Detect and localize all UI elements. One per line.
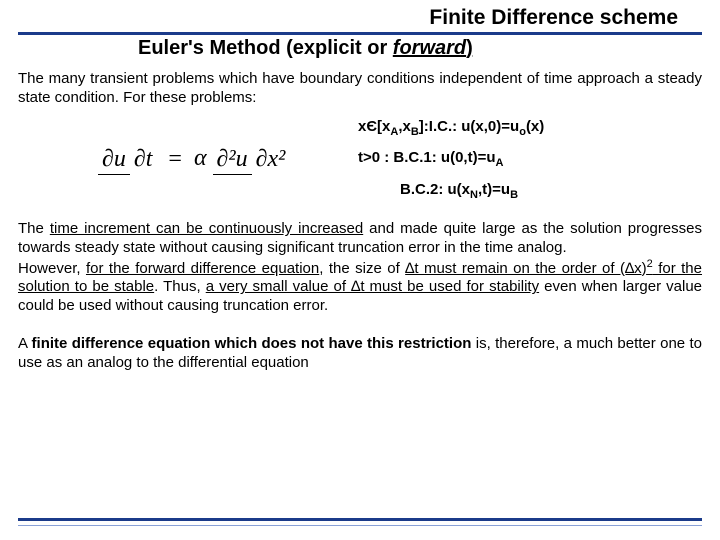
ic-mid: ,x	[398, 118, 411, 135]
p2-t2a: However,	[18, 260, 86, 277]
eq-alpha: α	[194, 145, 207, 171]
bc1-pre: t>0 : B.C.1: u(0,t)=u	[358, 149, 496, 166]
ic-end: (x)	[526, 118, 544, 135]
bc2-pre: B.C.2: u(x	[400, 181, 470, 198]
p2-t2b: , the size of	[319, 260, 405, 277]
slide: Finite Difference scheme Euler's Method …	[0, 0, 720, 540]
title-sub-em: forward	[393, 37, 466, 59]
bc2-N: N	[470, 189, 478, 201]
title-sub-pre: Euler's Method (explicit or	[138, 37, 393, 59]
p2-u3: a very small value of ∆t must be used fo…	[206, 278, 539, 295]
p3-t1: A	[18, 335, 32, 352]
title-sub-post: )	[466, 37, 473, 59]
title-sub: Euler's Method (explicit or forward)	[18, 37, 702, 60]
p2-u1: time increment can be continuously incre…	[50, 220, 363, 237]
eq-du: ∂u	[98, 146, 130, 175]
bc2-mid: ,t)=u	[478, 181, 510, 198]
footer-rule	[18, 518, 702, 526]
eq-d2u: ∂²u	[213, 146, 252, 175]
ic-post: ]:I.C.: u(x,0)=u	[419, 118, 519, 135]
bc2-B: B	[510, 189, 518, 201]
eq-dx2: ∂x²	[252, 144, 290, 172]
bc1-A: A	[496, 157, 504, 169]
boundary-condition-2: B.C.2: u(xN,t)=uB	[358, 175, 544, 207]
conditions: xЄ[xA,xB]:I.C.: u(x,0)=uo(x) t>0 : B.C.1…	[358, 112, 544, 207]
paragraph-3: A finite difference equation which does …	[18, 334, 702, 373]
ic-pre: xЄ[x	[358, 118, 390, 135]
intro-paragraph: The many transient problems which have b…	[18, 70, 702, 108]
p2-dt: ∆t must remain on the order of (∆x)	[405, 260, 646, 277]
paragraph-2: The time increment can be continuously i…	[18, 220, 702, 316]
ic-o: o	[519, 126, 526, 138]
p2-t2d: . Thus,	[154, 278, 206, 295]
pde-equation: ∂u∂t = α ∂²u∂x²	[18, 145, 358, 173]
boundary-condition-1: t>0 : B.C.1: u(0,t)=uA	[358, 143, 544, 175]
p3-b1: finite difference equation which does no…	[32, 335, 472, 352]
eq-dt: ∂t	[130, 144, 157, 172]
initial-condition: xЄ[xA,xB]:I.C.: u(x,0)=uo(x)	[358, 112, 544, 144]
equation-row: ∂u∂t = α ∂²u∂x² xЄ[xA,xB]:I.C.: u(x,0)=u…	[18, 112, 702, 207]
ic-B: B	[411, 126, 419, 138]
title-top: Finite Difference scheme	[18, 6, 702, 35]
p2-u2: for the forward difference equation	[86, 260, 319, 277]
